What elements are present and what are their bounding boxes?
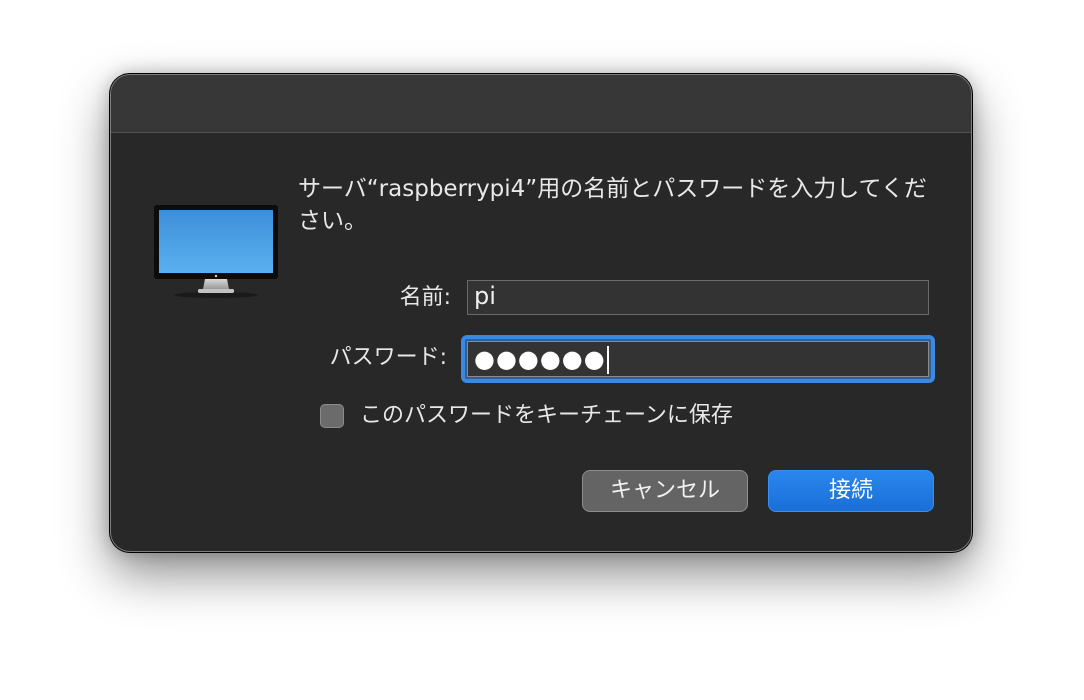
connect-button[interactable]: 接続 bbox=[768, 470, 934, 512]
dialog-message: サーバ“raspberrypi4”用の名前とパスワードを入力してください。 bbox=[298, 176, 927, 234]
login-dialog: サーバ“raspberrypi4”用の名前とパスワードを入力してください。 名前… bbox=[110, 74, 972, 552]
save-keychain-checkbox[interactable] bbox=[320, 404, 344, 428]
text-caret bbox=[606, 346, 609, 374]
cancel-button[interactable]: キャンセル bbox=[582, 470, 748, 512]
name-label: 名前: bbox=[399, 285, 451, 310]
password-field[interactable]: ●●●●●● bbox=[467, 341, 929, 377]
save-keychain-label[interactable]: このパスワードをキーチェーンに保存 bbox=[360, 401, 733, 431]
dialog-titlebar bbox=[111, 75, 971, 133]
monitor-icon bbox=[153, 203, 279, 299]
save-keychain-row[interactable]: このパスワードをキーチェーンに保存 bbox=[320, 401, 733, 431]
name-field[interactable]: pi bbox=[467, 280, 929, 315]
password-focus-ring: ●●●●●● bbox=[461, 335, 935, 383]
password-label: パスワード: bbox=[329, 345, 447, 370]
password-dots: ●●●●●● bbox=[474, 345, 606, 373]
